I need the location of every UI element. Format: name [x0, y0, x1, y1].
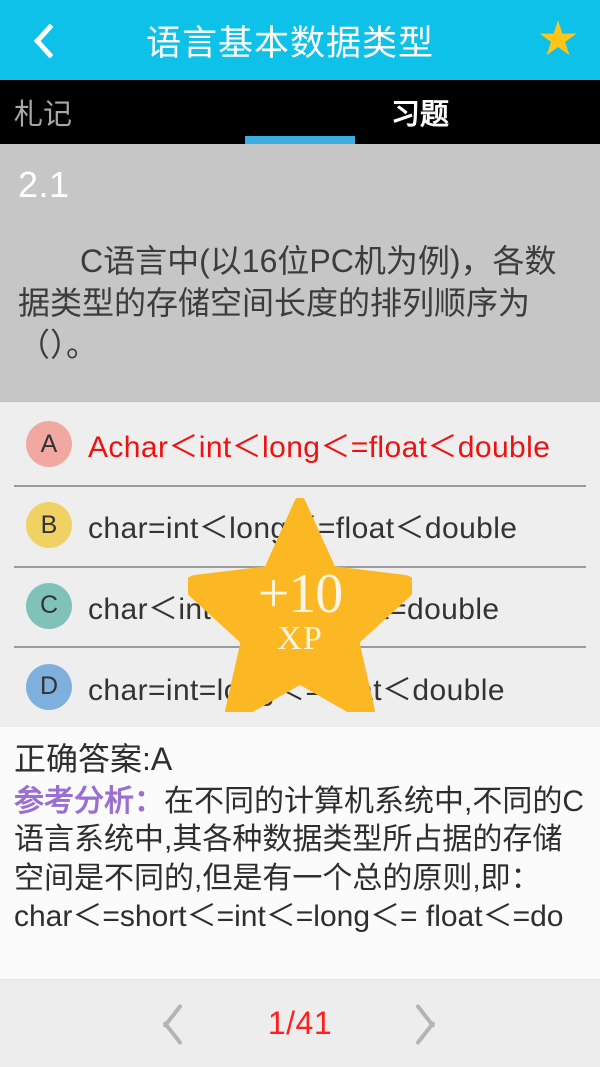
option-d-text: char=int=long＜=float＜double: [88, 673, 505, 707]
analysis-label: 参考分析：: [14, 785, 164, 818]
options-list: A Achar＜int＜long＜=float＜double B char=in…: [0, 402, 600, 727]
option-b-text: char=int＜long＜=float＜double: [88, 512, 518, 546]
answer-panel: 正确答案:A 参考分析：在不同的计算机系统中,不同的C语言系统中,其各种数据类型…: [0, 727, 600, 979]
option-c[interactable]: C char＜int＜long＜float=double: [0, 565, 600, 647]
option-a[interactable]: A Achar＜int＜long＜=float＜double: [0, 404, 600, 485]
tab-bar: 札记 习题: [0, 80, 600, 144]
active-tab-indicator: [245, 136, 355, 144]
option-a-badge: A: [26, 421, 72, 468]
option-b[interactable]: B char=int＜long＜=float＜double: [0, 484, 600, 566]
back-button[interactable]: [0, 0, 74, 80]
tab-notes-label: 札记: [14, 99, 73, 131]
tab-exercises[interactable]: 习题: [300, 80, 600, 144]
app-header: 语言基本数据类型 ★: [0, 0, 600, 80]
analysis-block: 参考分析：在不同的计算机系统中,不同的C语言系统中,其各种数据类型所占据的存储空…: [14, 783, 586, 937]
previous-question-button[interactable]: [148, 999, 182, 1049]
option-d-badge: D: [26, 663, 72, 710]
question-number: 2.1: [18, 164, 70, 205]
page-title: 语言基本数据类型: [145, 23, 434, 63]
favorite-button[interactable]: ★: [516, 0, 600, 80]
tab-notes[interactable]: 札记: [0, 80, 300, 144]
question-panel: 2.1 C语言中(以16位PC机为例)，各数据类型的存储空间长度的排列顺序为（）…: [0, 144, 600, 402]
quiz-screen: 语言基本数据类型 ★ 札记 习题 2.1 C语言中(以16位PC机为例)，各数据…: [0, 0, 600, 1067]
option-c-badge: C: [26, 582, 72, 629]
chevron-left-icon: [24, 19, 50, 61]
correct-answer: 正确答案:A: [14, 741, 173, 777]
option-b-badge: B: [26, 502, 72, 549]
pagination-bar: 1/41: [0, 979, 600, 1067]
option-d[interactable]: D char=int=long＜=float＜double: [0, 646, 600, 727]
question-text: C语言中(以16位PC机为例)，各数据类型的存储空间长度的排列顺序为（）。: [18, 242, 557, 364]
page-indicator: 1/41: [267, 1005, 333, 1041]
star-icon: ★: [536, 13, 580, 66]
tab-exercises-label: 习题: [390, 99, 449, 131]
option-c-text: char＜int＜long＜float=double: [88, 592, 500, 626]
option-a-text: Achar＜int＜long＜=float＜double: [88, 431, 551, 465]
next-question-button[interactable]: [418, 999, 452, 1049]
